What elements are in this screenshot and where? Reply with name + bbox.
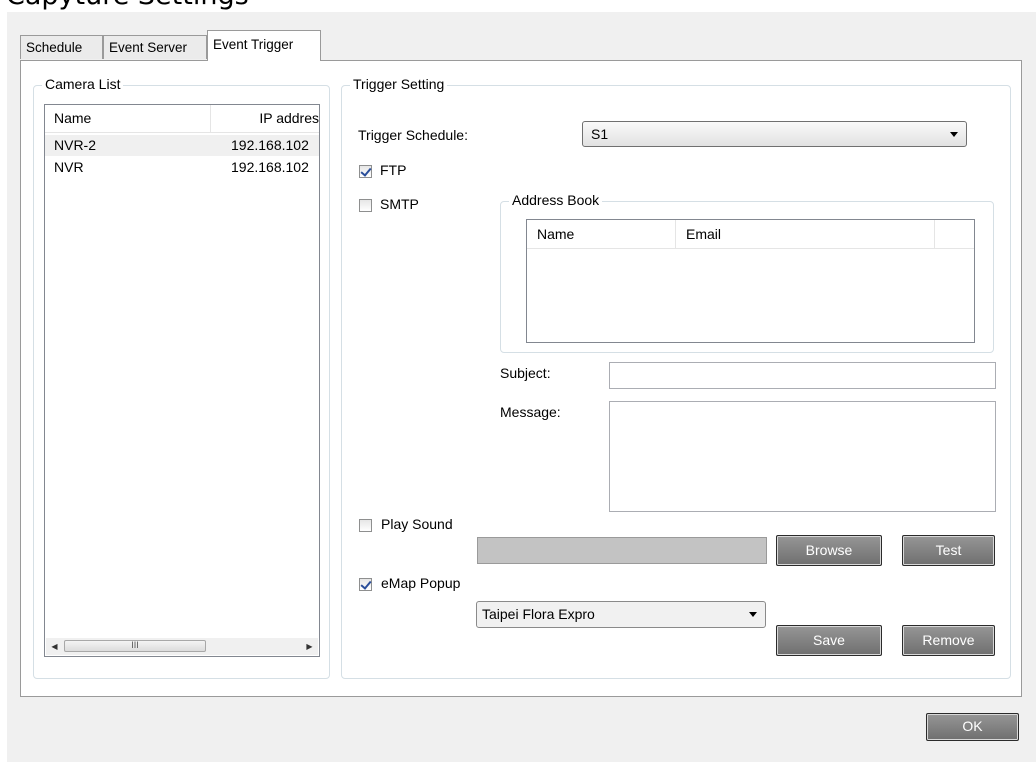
emap-value: Taipei Flora Expro [482, 606, 595, 622]
play-sound-label: Play Sound [381, 516, 453, 532]
trigger-schedule-select[interactable]: S1 [582, 121, 967, 147]
test-button[interactable]: Test [902, 535, 995, 566]
remove-button[interactable]: Remove [902, 625, 995, 656]
column-header-name[interactable]: Name [45, 105, 211, 132]
subject-label: Subject: [500, 365, 551, 381]
subject-input[interactable] [609, 362, 996, 389]
smtp-label: SMTP [380, 196, 419, 212]
window-title: Capyture Settings [6, 0, 249, 11]
chevron-down-icon [749, 612, 757, 617]
scroll-right-icon[interactable]: ▶ [301, 638, 318, 655]
trigger-setting-label: Trigger Setting [350, 76, 448, 92]
ftp-label: FTP [380, 162, 407, 178]
chevron-down-icon [950, 132, 958, 137]
camera-name: NVR-2 [54, 137, 97, 153]
camera-name: NVR [54, 159, 84, 175]
column-header-ip[interactable]: IP addres [211, 105, 319, 132]
scroll-thumb[interactable]: III [64, 640, 206, 652]
emap-select[interactable]: Taipei Flora Expro [476, 601, 766, 628]
tab-event-trigger[interactable]: Event Trigger [207, 30, 321, 61]
camera-list-hscrollbar[interactable]: ◀ III ▶ [46, 638, 318, 655]
scroll-left-icon[interactable]: ◀ [46, 638, 63, 655]
camera-list-header: Name IP addres [45, 105, 319, 133]
trigger-schedule-value: S1 [591, 126, 609, 142]
sound-file-input[interactable] [477, 537, 767, 564]
play-sound-checkbox[interactable] [359, 519, 372, 532]
address-book-header: Name Email [527, 220, 974, 249]
address-book-label: Address Book [509, 192, 603, 208]
ok-button[interactable]: OK [926, 713, 1019, 741]
emap-popup-label: eMap Popup [381, 575, 461, 591]
emap-popup-checkbox[interactable] [359, 578, 372, 591]
camera-list-label: Camera List [42, 76, 124, 92]
camera-list-view[interactable]: Name IP addres NVR-2 192.168.102 NVR 192… [44, 104, 320, 657]
column-header-name[interactable]: Name [527, 220, 676, 248]
message-label: Message: [500, 404, 561, 420]
trigger-schedule-label: Trigger Schedule: [358, 127, 468, 143]
browse-button[interactable]: Browse [776, 535, 882, 566]
camera-row-nvr[interactable]: NVR 192.168.102 [45, 157, 319, 178]
camera-row-nvr-2[interactable]: NVR-2 192.168.102 [45, 135, 319, 156]
camera-ip: 192.168.102 [231, 159, 309, 175]
smtp-checkbox[interactable] [359, 199, 372, 212]
tab-event-server[interactable]: Event Server [103, 35, 207, 59]
save-button[interactable]: Save [776, 625, 882, 656]
message-textarea[interactable] [609, 401, 996, 512]
camera-ip: 192.168.102 [231, 137, 309, 153]
tab-schedule[interactable]: Schedule [20, 35, 103, 59]
address-book-list[interactable]: Name Email [526, 219, 975, 343]
column-header-email[interactable]: Email [676, 220, 935, 248]
ftp-checkbox[interactable] [359, 165, 372, 178]
